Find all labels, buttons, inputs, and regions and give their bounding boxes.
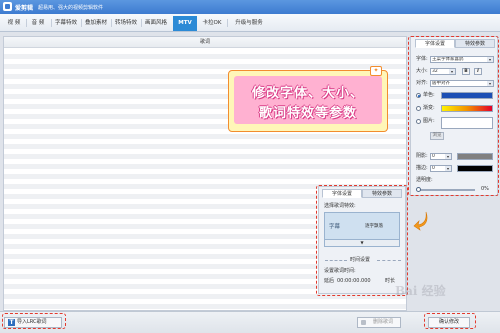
menu-audio[interactable]: 音 频: [28, 18, 48, 28]
menu-overlay-material[interactable]: 叠加素材: [83, 18, 109, 28]
menu-subtitle-effects[interactable]: 字幕特效: [53, 18, 79, 28]
callout-text-line2: 歌词特效等参数: [258, 106, 357, 121]
menu-separator: [26, 19, 27, 27]
app-logo-icon: [3, 2, 12, 11]
delete-lyrics-label: 删除歌词: [372, 319, 393, 325]
menu-separator: [111, 19, 112, 27]
delete-lyrics-button[interactable]: 删除歌词: [357, 317, 401, 328]
menu-mtv[interactable]: MTV: [173, 16, 197, 31]
menu-separator: [227, 19, 228, 27]
app-slogan: 超易用、强大的视频剪辑软件: [38, 4, 104, 11]
title-bar: 爱剪辑 超易用、强大的视频剪辑软件: [0, 0, 500, 14]
menu-separator: [51, 19, 52, 27]
highlight-confirm-button: [424, 313, 476, 329]
watermark: Bai 经验: [395, 284, 446, 298]
menu-karaoke[interactable]: 卡拉OK: [199, 18, 225, 28]
menu-transition-effects[interactable]: 转场特效: [113, 18, 139, 28]
lyric-row[interactable]: [4, 174, 406, 179]
menu-video[interactable]: 视 频: [4, 18, 24, 28]
highlight-font-settings: [408, 36, 499, 196]
lyric-row[interactable]: [4, 144, 406, 149]
lyric-row[interactable]: [4, 164, 406, 169]
annotation-callout: 修改字体、大小、 歌词特效等参数 ✦: [228, 66, 388, 132]
highlight-import-button: [2, 313, 66, 329]
callout-tag-icon: ✦: [370, 66, 382, 76]
lyric-row[interactable]: [4, 54, 406, 59]
callout-text-line1: 修改字体、大小、: [251, 86, 364, 101]
lyrics-column-header: 歌词: [4, 37, 406, 48]
lyric-row[interactable]: [4, 134, 406, 139]
arrow-icon: [413, 211, 428, 231]
menu-separator: [141, 19, 142, 27]
lyric-row[interactable]: [4, 304, 406, 309]
delete-icon: [361, 320, 366, 325]
lyric-row[interactable]: [4, 64, 406, 69]
lyric-row[interactable]: [4, 154, 406, 159]
app-name: 爱剪辑: [15, 5, 34, 12]
menu-picture-style[interactable]: 画面风格: [143, 18, 169, 28]
main-menu-bar: 视 频 音 频 字幕特效 叠加素材 转场特效 画面风格 MTV 卡拉OK 升级与…: [0, 14, 500, 32]
menu-upgrade-services[interactable]: 升级与服务: [229, 18, 269, 28]
menu-separator: [81, 19, 82, 27]
highlight-effects-panel: [316, 185, 408, 296]
